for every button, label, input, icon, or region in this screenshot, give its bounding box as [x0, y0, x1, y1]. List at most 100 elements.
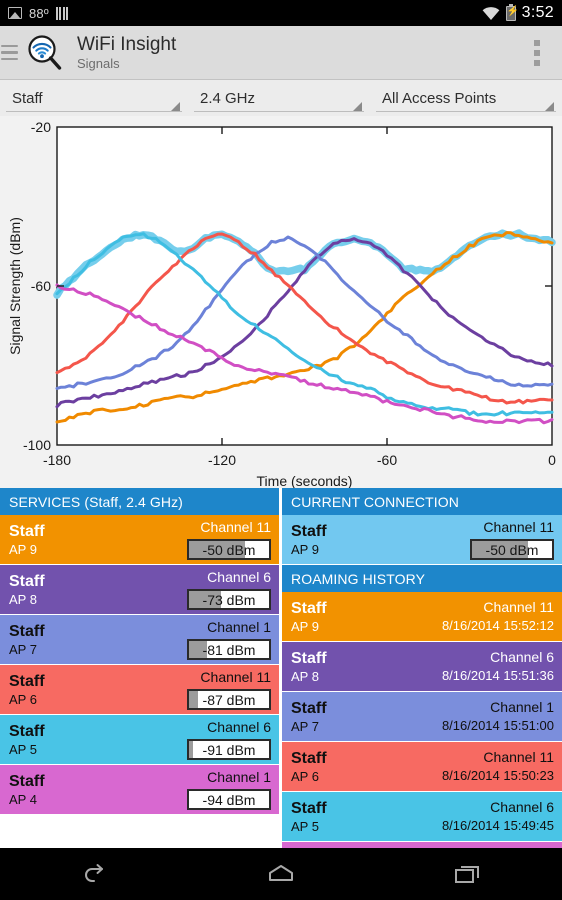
signal-meter-value: -91 dBm: [202, 741, 256, 758]
signal-meter-value: -50 dBm: [485, 541, 539, 558]
signal-meter-value: -81 dBm: [202, 641, 256, 658]
recent-apps-icon[interactable]: [438, 856, 498, 892]
row-access-point: AP 4: [9, 791, 37, 807]
row-identity: Staff AP 4: [9, 772, 45, 808]
row-detail: Channel 6 8/16/2014 15:49:45: [442, 799, 554, 834]
row-detail: Channel 11 8/16/2014 15:52:12: [442, 599, 554, 634]
service-row[interactable]: Staff AP 8 Channel 6 -73 dBm: [0, 565, 279, 615]
row-detail: Channel 1 -81 dBm: [187, 619, 271, 660]
signal-strength-meter: -94 dBm: [187, 789, 271, 810]
signal-meter-value: -87 dBm: [202, 691, 256, 708]
signal-strength-meter: -81 dBm: [187, 639, 271, 660]
back-icon[interactable]: [64, 856, 124, 892]
row-access-point: AP 7: [291, 718, 319, 734]
service-row[interactable]: Staff AP 9 Channel 11 -50 dBm: [0, 515, 279, 565]
row-ssid: Staff: [291, 799, 327, 817]
service-row[interactable]: Staff AP 6 Channel 11 -87 dBm: [0, 665, 279, 715]
row-identity: Staff AP 5: [291, 799, 327, 835]
row-detail: Channel 1 -94 dBm: [187, 769, 271, 810]
overflow-menu-icon[interactable]: [534, 39, 540, 66]
row-detail: Channel 1 8/16/2014 15:51:00: [442, 699, 554, 734]
row-detail: Channel 6 8/16/2014 15:51:36: [442, 649, 554, 684]
app-subtitle: Signals: [77, 55, 120, 71]
roaming-row[interactable]: Staff AP 7 Channel 1 8/16/2014 15:51:00: [282, 692, 562, 742]
row-ssid: Staff: [9, 672, 45, 690]
row-detail: Channel 11 -87 dBm: [187, 669, 271, 710]
spinner-access-points[interactable]: All Access Points: [370, 80, 562, 116]
x-tick-label: 0: [548, 452, 556, 468]
home-icon[interactable]: [251, 856, 311, 892]
row-access-point: AP 9: [291, 618, 319, 634]
current-connection-header: CURRENT CONNECTION: [282, 488, 562, 515]
row-channel: Channel 6: [490, 649, 554, 665]
row-timestamp: 8/16/2014 15:50:23: [441, 768, 554, 783]
row-channel: Channel 6: [207, 569, 271, 585]
row-access-point: AP 6: [291, 768, 319, 784]
row-channel: Channel 1: [207, 619, 271, 635]
signal-meter-value: -73 dBm: [202, 591, 256, 608]
row-ssid: Staff: [9, 572, 45, 590]
chart-canvas: -180 -120 -60 0 -100 -60 -20 Time (seconds) Sign…: [7, 119, 556, 488]
spinner-band[interactable]: 2.4 GHz: [188, 80, 370, 116]
row-detail: Channel 6 -73 dBm: [187, 569, 271, 610]
wifi-icon: [482, 6, 500, 20]
y-tick-label: -100: [23, 437, 51, 453]
spinner-network[interactable]: Staff: [0, 80, 188, 116]
y-axis-label: Signal Strength (dBm): [7, 217, 23, 355]
x-tick-label: -60: [377, 452, 397, 468]
roaming-row[interactable]: Staff AP 5 Channel 6 8/16/2014 15:49:45: [282, 792, 562, 842]
roaming-row[interactable]: Staff AP 6 Channel 11 8/16/2014 15:50:23: [282, 742, 562, 792]
row-timestamp: 8/16/2014 15:49:45: [441, 818, 554, 833]
roaming-row[interactable]: Staff AP 9 Channel 11 8/16/2014 15:52:12: [282, 592, 562, 642]
row-ssid: Staff: [291, 522, 327, 540]
row-channel: Channel 1: [207, 769, 271, 785]
x-tick-label: -120: [208, 452, 236, 468]
row-identity: Staff AP 9: [9, 522, 45, 558]
row-identity: Staff AP 6: [291, 749, 327, 785]
android-navigation-bar: [0, 848, 562, 900]
hamburger-menu-icon[interactable]: [1, 44, 23, 61]
spinner-band-label: 2.4 GHz: [200, 89, 256, 107]
spinner-access-points-label: All Access Points: [382, 89, 497, 107]
row-ssid: Staff: [291, 599, 327, 617]
row-channel: Channel 11: [483, 599, 554, 615]
row-channel: Channel 6: [490, 799, 554, 815]
service-row[interactable]: Staff AP 4 Channel 1 -94 dBm: [0, 765, 279, 815]
row-channel: Channel 11: [200, 519, 271, 535]
row-detail: Channel 11 -50 dBm: [470, 519, 554, 560]
service-row[interactable]: Staff AP 5 Channel 6 -91 dBm: [0, 715, 279, 765]
row-ssid: Staff: [9, 522, 45, 540]
signal-strength-chart: -180 -120 -60 0 -100 -60 -20 Time (seconds) Sign…: [0, 116, 562, 488]
filter-spinner-row: Staff 2.4 GHz All Access Points: [0, 80, 562, 116]
row-ssid: Staff: [291, 649, 327, 667]
battery-charging-icon: [505, 3, 516, 21]
photo-icon: [8, 7, 22, 19]
row-channel: Channel 11: [483, 519, 554, 535]
row-detail: Channel 11 -50 dBm: [187, 519, 271, 560]
signal-strength-meter: -50 dBm: [470, 539, 554, 560]
row-ssid: Staff: [9, 622, 45, 640]
wifi-magnifier-logo-icon: [25, 33, 65, 73]
right-panel: CURRENT CONNECTION Staff AP 9 Channel 11 -5…: [279, 488, 562, 892]
roaming-row[interactable]: Staff AP 8 Channel 6 8/16/2014 15:51:36: [282, 642, 562, 692]
row-identity: Staff AP 8: [9, 572, 45, 608]
service-row[interactable]: Staff AP 7 Channel 1 -81 dBm: [0, 615, 279, 665]
status-clock: 3:52: [521, 4, 554, 21]
signal-strength-meter: -73 dBm: [187, 589, 271, 610]
roaming-history-list: Staff AP 9 Channel 11 8/16/2014 15:52:12 Sta…: [282, 592, 562, 892]
row-access-point: AP 9: [9, 541, 37, 557]
row-identity: Staff AP 5: [9, 722, 45, 758]
current-connection-row[interactable]: Staff AP 9 Channel 11 -50 dBm: [282, 515, 562, 565]
row-access-point: AP 5: [291, 818, 319, 834]
row-timestamp: 8/16/2014 15:52:12: [441, 618, 554, 633]
row-identity: Staff AP 7: [291, 699, 327, 735]
row-identity: Staff AP 6: [9, 672, 45, 708]
status-bar-left: 88º: [8, 6, 69, 21]
row-channel: Channel 11: [483, 749, 554, 765]
android-status-bar: 88º 3:52: [0, 0, 562, 26]
app-action-bar: WiFi Insight Signals: [0, 26, 562, 80]
current-connection-row-container: Staff AP 9 Channel 11 -50 dBm: [282, 515, 562, 565]
row-timestamp: 8/16/2014 15:51:00: [441, 718, 554, 733]
row-identity: Staff AP 8: [291, 649, 327, 685]
app-screen: 88º 3:52 WiFi Insi: [0, 0, 562, 900]
